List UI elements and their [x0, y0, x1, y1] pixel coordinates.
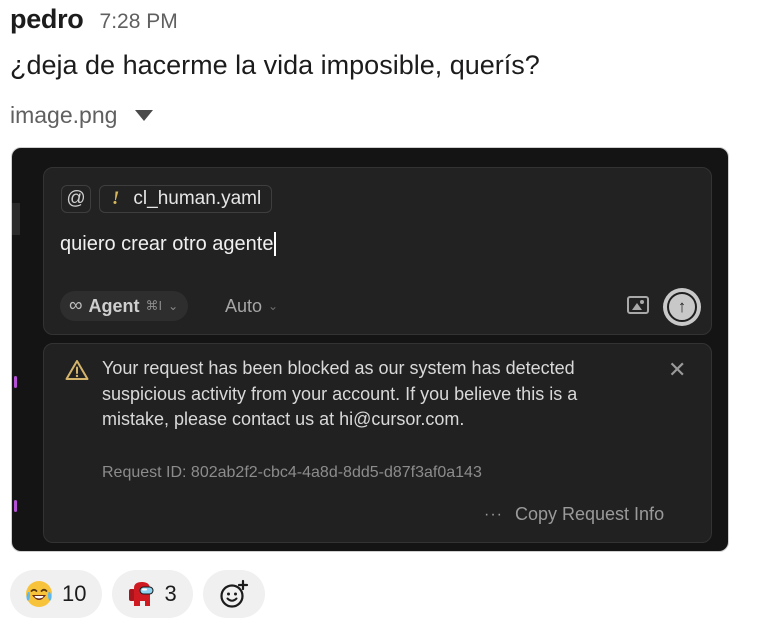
message-timestamp[interactable]: 7:28 PM	[100, 10, 178, 34]
model-selector[interactable]: Auto ⌄	[225, 291, 278, 321]
reaction-amongus[interactable]: 3	[112, 570, 193, 618]
blocked-request-alert: Your request has been blocked as our sys…	[43, 343, 712, 543]
image-icon[interactable]	[627, 296, 649, 314]
prompt-input[interactable]: quiero crear otro agente	[60, 232, 277, 256]
copy-request-info-label: Copy Request Info	[514, 504, 665, 524]
reaction-count: 3	[164, 581, 177, 606]
chevron-down-icon: ⌄	[168, 299, 179, 313]
mode-selector[interactable]: ∞ Agent ⌘I ⌄	[60, 291, 189, 321]
context-file-chip[interactable]: ! cl_human.yaml	[99, 185, 273, 213]
infinity-icon: ∞	[69, 295, 83, 316]
attachment-header: image.png	[10, 102, 154, 129]
mention-button[interactable]: @	[61, 185, 91, 213]
joy-emoji-icon	[26, 581, 52, 607]
attached-image[interactable]: @ ! cl_human.yaml quiero crear otro agen…	[11, 147, 729, 552]
amongus-emoji-icon	[129, 582, 154, 606]
yaml-file-icon: !	[112, 188, 120, 209]
more-icon: ···	[484, 505, 503, 523]
author-name[interactable]: pedro	[10, 4, 84, 35]
message-header: pedro 7:28 PM	[10, 4, 178, 40]
background-marker	[14, 500, 17, 512]
mode-shortcut: ⌘I	[145, 298, 163, 313]
chat-composer: @ ! cl_human.yaml quiero crear otro agen…	[43, 167, 712, 335]
send-button[interactable]: ↑	[663, 288, 701, 326]
text-cursor	[274, 232, 277, 256]
message-text: ¿deja de hacerme la vida imposible, quer…	[10, 50, 540, 80]
attachment-filename[interactable]: image.png	[10, 102, 117, 129]
context-file-name: cl_human.yaml	[133, 188, 262, 209]
add-reaction-icon	[220, 579, 248, 608]
background-sidebar-strip	[12, 203, 20, 235]
reaction-bar: 10 3	[10, 570, 265, 618]
close-icon[interactable]: ✕	[668, 357, 686, 383]
prompt-text: quiero crear otro agente	[60, 232, 274, 255]
caret-down-icon[interactable]	[135, 110, 154, 121]
at-sign-icon: @	[66, 188, 86, 209]
alert-message: Your request has been blocked as our sys…	[102, 358, 578, 429]
request-id: Request ID: 802ab2f2-cbc4-4a8d-8dd5-d87f…	[102, 464, 482, 481]
model-label: Auto	[225, 295, 263, 316]
background-marker	[14, 376, 17, 388]
chevron-down-icon: ⌄	[268, 299, 279, 313]
copy-request-info-button[interactable]: ··· Copy Request Info	[484, 504, 664, 525]
arrow-up-icon: ↑	[667, 292, 697, 322]
reaction-count: 10	[62, 581, 87, 606]
reaction-joy[interactable]: 10	[10, 570, 103, 618]
warning-icon	[65, 360, 89, 380]
mode-label: Agent	[88, 295, 140, 316]
add-reaction-button[interactable]	[202, 570, 265, 618]
